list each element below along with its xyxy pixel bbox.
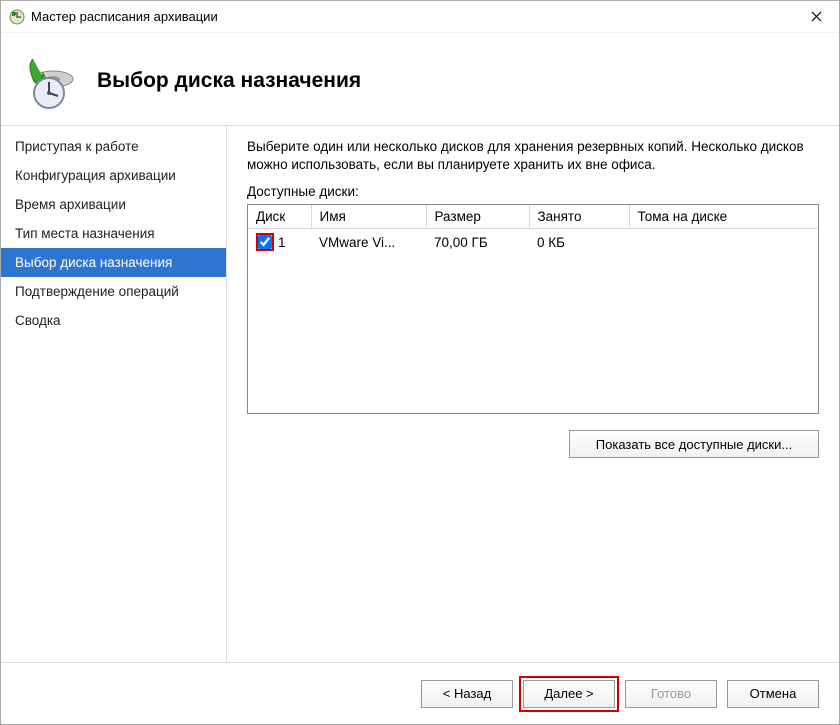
back-button[interactable]: < Назад	[421, 680, 513, 708]
next-button[interactable]: Далее >	[523, 680, 615, 708]
window-title: Мастер расписания архивации	[31, 9, 793, 24]
cancel-button[interactable]: Отмена	[727, 680, 819, 708]
header: Выбор диска назначения	[1, 33, 839, 125]
disk-checkbox[interactable]	[258, 235, 272, 249]
sidebar-item-destination-type[interactable]: Тип места назначения	[1, 219, 226, 248]
available-disks-label: Доступные диски:	[247, 184, 819, 199]
page-title: Выбор диска назначения	[97, 69, 361, 93]
disk-name: VMware Vi...	[311, 229, 426, 256]
wizard-icon	[19, 51, 83, 111]
table-header-row: Диск Имя Размер Занято Тома на диске	[248, 205, 818, 229]
titlebar: Мастер расписания архивации	[1, 1, 839, 33]
sidebar-item-destination-disk[interactable]: Выбор диска назначения	[1, 248, 226, 277]
disk-checkbox-highlight	[256, 233, 274, 251]
col-size[interactable]: Размер	[426, 205, 529, 229]
finish-button: Готово	[625, 680, 717, 708]
col-disk[interactable]: Диск	[248, 205, 311, 229]
wizard-window: Мастер расписания архивации Выбор диска …	[0, 0, 840, 725]
disk-size: 70,00 ГБ	[426, 229, 529, 256]
disk-volumes	[629, 229, 818, 256]
sidebar-item-backup-config[interactable]: Конфигурация архивации	[1, 161, 226, 190]
close-button[interactable]	[793, 1, 839, 33]
col-volumes[interactable]: Тома на диске	[629, 205, 818, 229]
sidebar-item-confirmation[interactable]: Подтверждение операций	[1, 277, 226, 306]
sidebar-item-summary[interactable]: Сводка	[1, 306, 226, 335]
footer: < Назад Далее > Готово Отмена	[1, 662, 839, 724]
sidebar-item-getting-started[interactable]: Приступая к работе	[1, 132, 226, 161]
main-panel: Выберите один или несколько дисков для х…	[227, 126, 839, 662]
disks-table: Диск Имя Размер Занято Тома на диске	[247, 204, 819, 414]
disk-used: 0 КБ	[529, 229, 629, 256]
col-name[interactable]: Имя	[311, 205, 426, 229]
disk-number: 1	[278, 235, 286, 250]
col-used[interactable]: Занято	[529, 205, 629, 229]
sidebar-item-backup-time[interactable]: Время архивации	[1, 190, 226, 219]
sidebar: Приступая к работе Конфигурация архиваци…	[1, 126, 227, 662]
show-all-disks-button[interactable]: Показать все доступные диски...	[569, 430, 819, 458]
table-row[interactable]: 1 VMware Vi... 70,00 ГБ 0 КБ	[248, 229, 818, 256]
instructions-text: Выберите один или несколько дисков для х…	[247, 138, 819, 174]
app-icon	[9, 9, 25, 25]
